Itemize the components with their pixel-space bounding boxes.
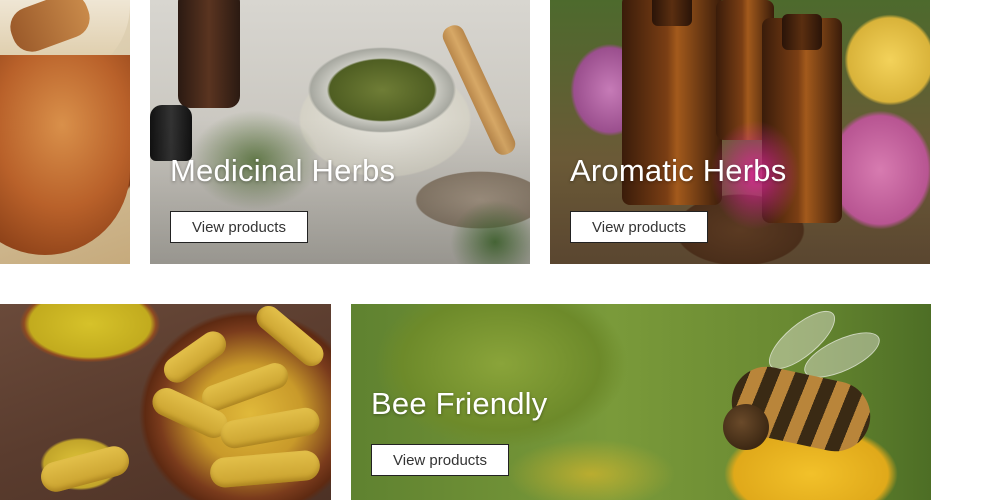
category-tile-aromatic-herbs[interactable]: Aromatic Herbs View products: [550, 0, 930, 264]
bee-head: [723, 404, 769, 450]
category-grid: Medicinal Herbs View products Aromatic H…: [0, 0, 1000, 500]
category-tile-bee-friendly[interactable]: Bee Friendly View products: [351, 304, 931, 500]
category-tile-mortar-image[interactable]: [0, 0, 130, 264]
view-products-button[interactable]: View products: [371, 444, 509, 476]
bottle-neck: [652, 0, 692, 26]
category-title: Medicinal Herbs: [170, 153, 396, 188]
category-title: Aromatic Herbs: [570, 153, 787, 188]
category-tile-turmeric-image[interactable]: [0, 304, 331, 500]
bottle-neck: [782, 14, 822, 50]
category-tile-medicinal-herbs[interactable]: Medicinal Herbs View products: [150, 0, 530, 264]
view-products-button[interactable]: View products: [570, 211, 708, 243]
category-title: Bee Friendly: [371, 386, 548, 421]
view-products-button[interactable]: View products: [170, 211, 308, 243]
